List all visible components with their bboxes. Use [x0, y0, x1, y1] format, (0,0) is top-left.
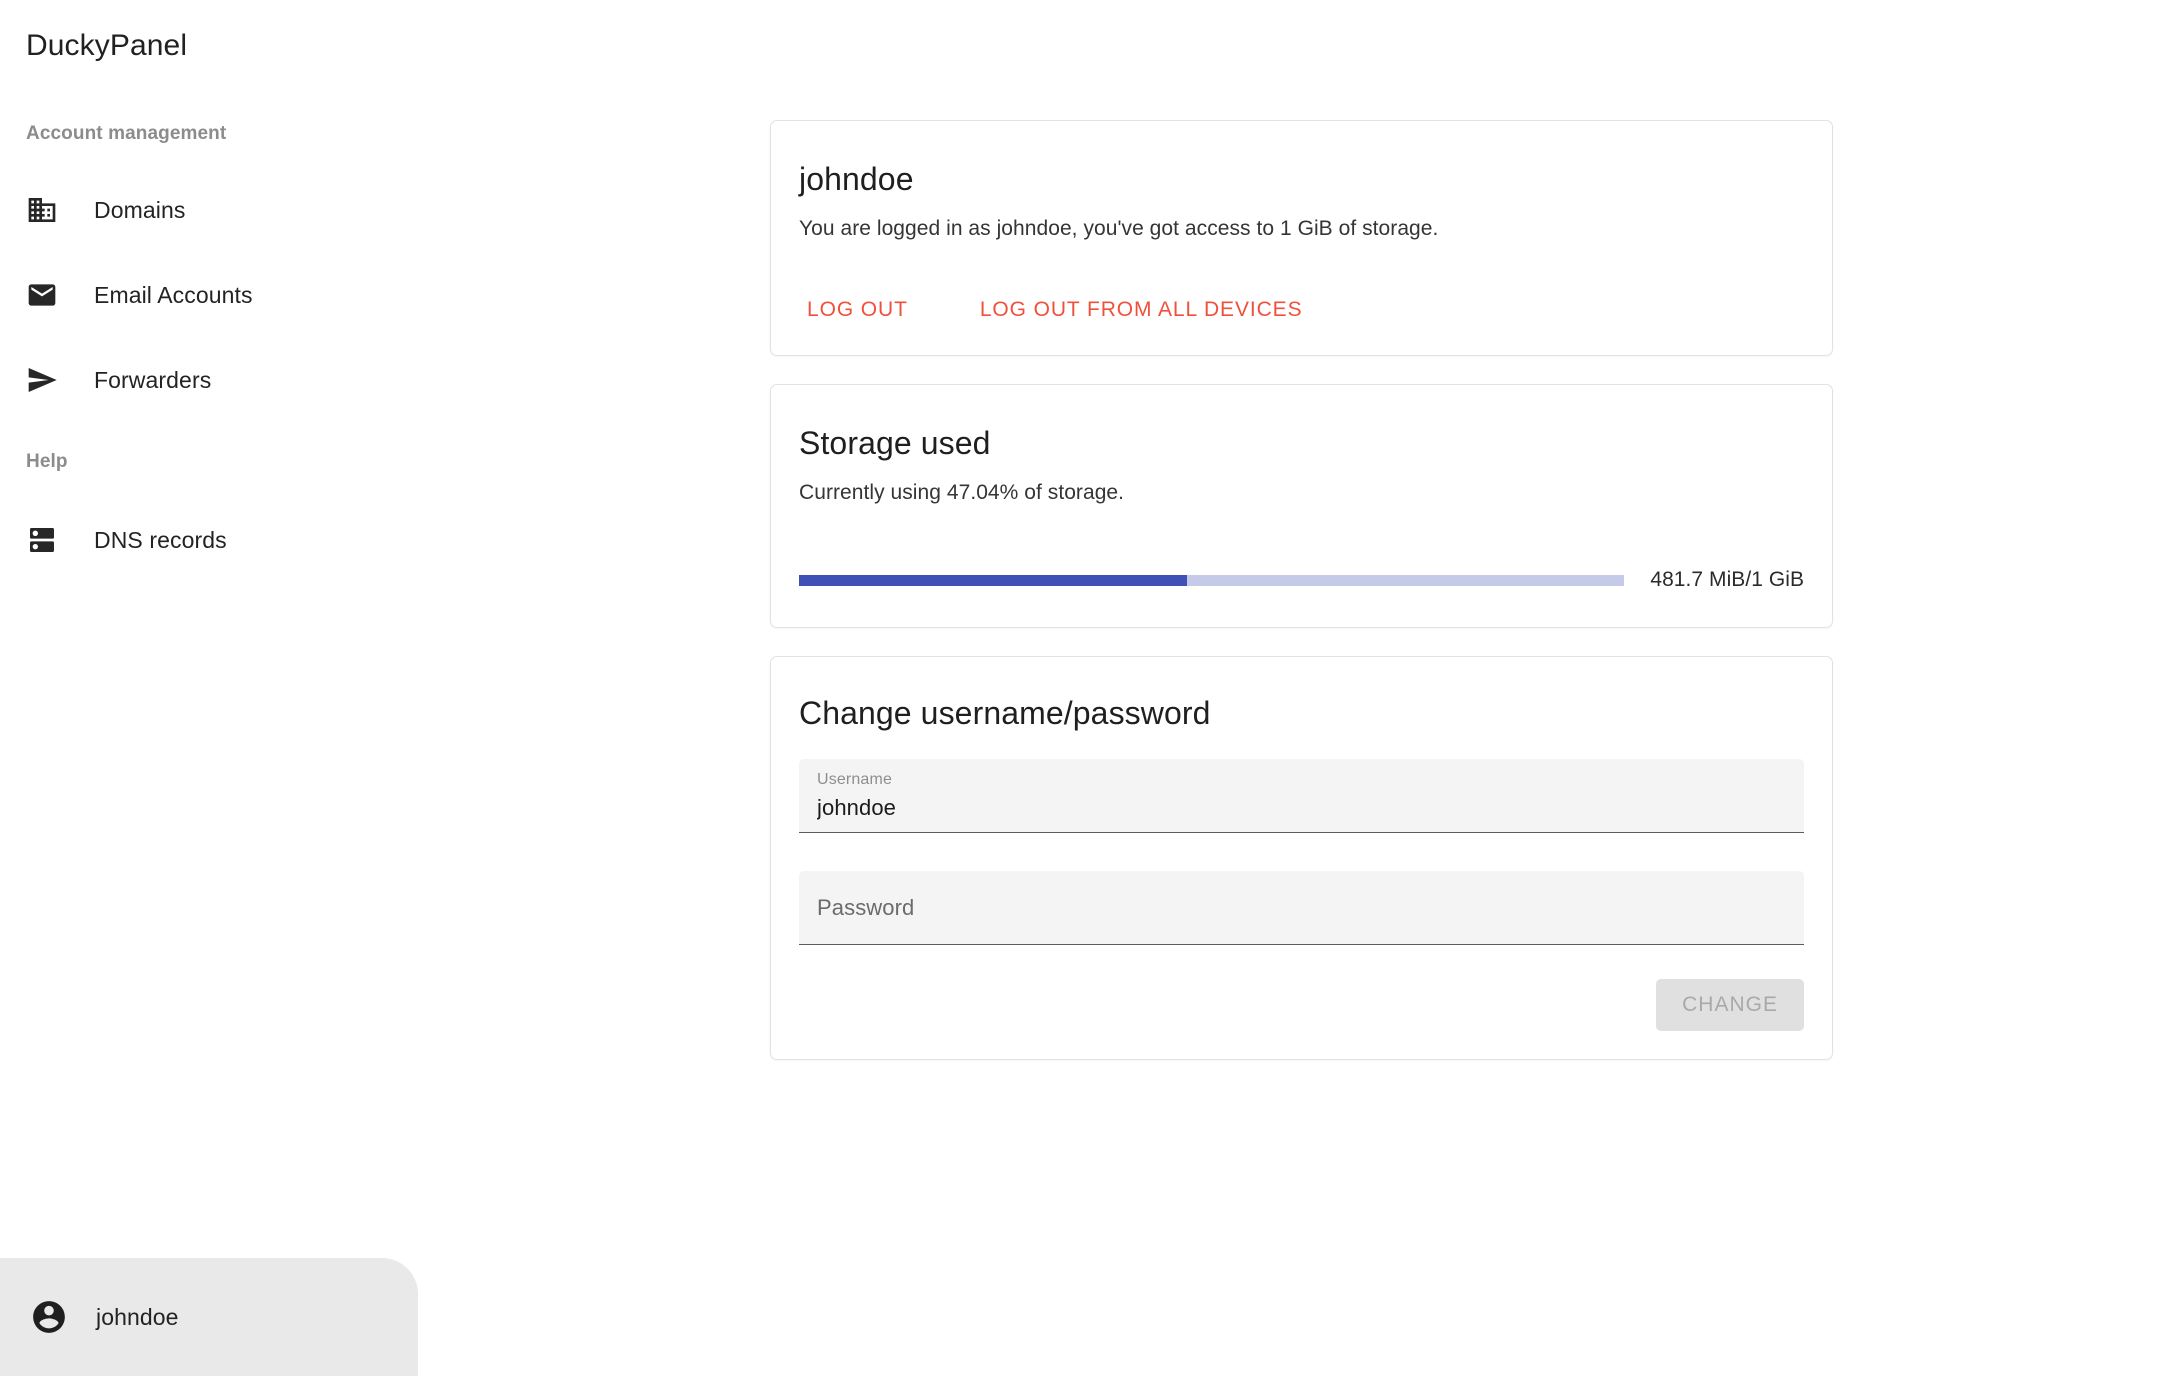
- sidebar-item-label: Domains: [94, 197, 186, 223]
- sidebar: DuckyPanel Account management Domains Em…: [0, 0, 420, 1376]
- sidebar-section-account-management: Account management: [26, 123, 227, 144]
- dns-icon: [26, 524, 70, 556]
- account-card-actions: LOG OUT LOG OUT FROM ALL DEVICES: [799, 285, 1804, 335]
- account-circle-icon: [30, 1298, 68, 1336]
- account-card: johndoe You are logged in as johndoe, yo…: [770, 120, 1833, 356]
- storage-card-subtitle: Currently using 47.04% of storage.: [799, 481, 1125, 504]
- storage-card-title: Storage used: [799, 425, 991, 461]
- username-field-label: Username: [817, 771, 893, 788]
- storage-progress-fill: [799, 574, 1188, 586]
- storage-progress-bar: [799, 574, 1625, 586]
- email-icon: [26, 279, 70, 311]
- storage-progress-row: 481.7 MiB/1 GiB: [799, 567, 1804, 593]
- change-credentials-title: Change username/password: [799, 695, 1211, 731]
- password-field[interactable]: [799, 871, 1804, 945]
- storage-usage-label: 481.7 MiB/1 GiB: [1650, 568, 1804, 591]
- sidebar-item-dns-records[interactable]: DNS records: [0, 510, 420, 570]
- username-input[interactable]: [817, 794, 1762, 822]
- log-out-all-devices-button[interactable]: LOG OUT FROM ALL DEVICES: [966, 287, 1317, 333]
- sidebar-user-chip-label: johndoe: [96, 1304, 179, 1330]
- app-root: DuckyPanel Account management Domains Em…: [0, 0, 2160, 1376]
- sidebar-item-label: Email Accounts: [94, 282, 253, 308]
- log-out-button[interactable]: LOG OUT: [793, 287, 922, 333]
- sidebar-user-chip[interactable]: johndoe: [0, 1258, 418, 1376]
- username-field[interactable]: Username: [799, 759, 1804, 833]
- password-input[interactable]: [817, 893, 1762, 922]
- sidebar-item-label: Forwarders: [94, 367, 212, 393]
- send-icon: [26, 364, 70, 396]
- account-card-title: johndoe: [799, 161, 914, 197]
- main-content: johndoe You are logged in as johndoe, yo…: [770, 120, 1833, 1060]
- sidebar-item-domains[interactable]: Domains: [0, 180, 420, 240]
- change-button[interactable]: CHANGE: [1656, 979, 1804, 1031]
- sidebar-section-help: Help: [26, 451, 68, 472]
- change-credentials-card: Change username/password Username CHANGE: [770, 656, 1833, 1060]
- domain-icon: [26, 194, 70, 226]
- storage-card: Storage used Currently using 47.04% of s…: [770, 384, 1833, 628]
- account-card-subtitle: You are logged in as johndoe, you've got…: [799, 217, 1439, 240]
- sidebar-item-email-accounts[interactable]: Email Accounts: [0, 265, 420, 325]
- sidebar-item-forwarders[interactable]: Forwarders: [0, 350, 420, 410]
- sidebar-item-label: DNS records: [94, 527, 227, 553]
- change-credentials-actions: CHANGE: [799, 979, 1804, 1031]
- app-title: DuckyPanel: [26, 29, 188, 62]
